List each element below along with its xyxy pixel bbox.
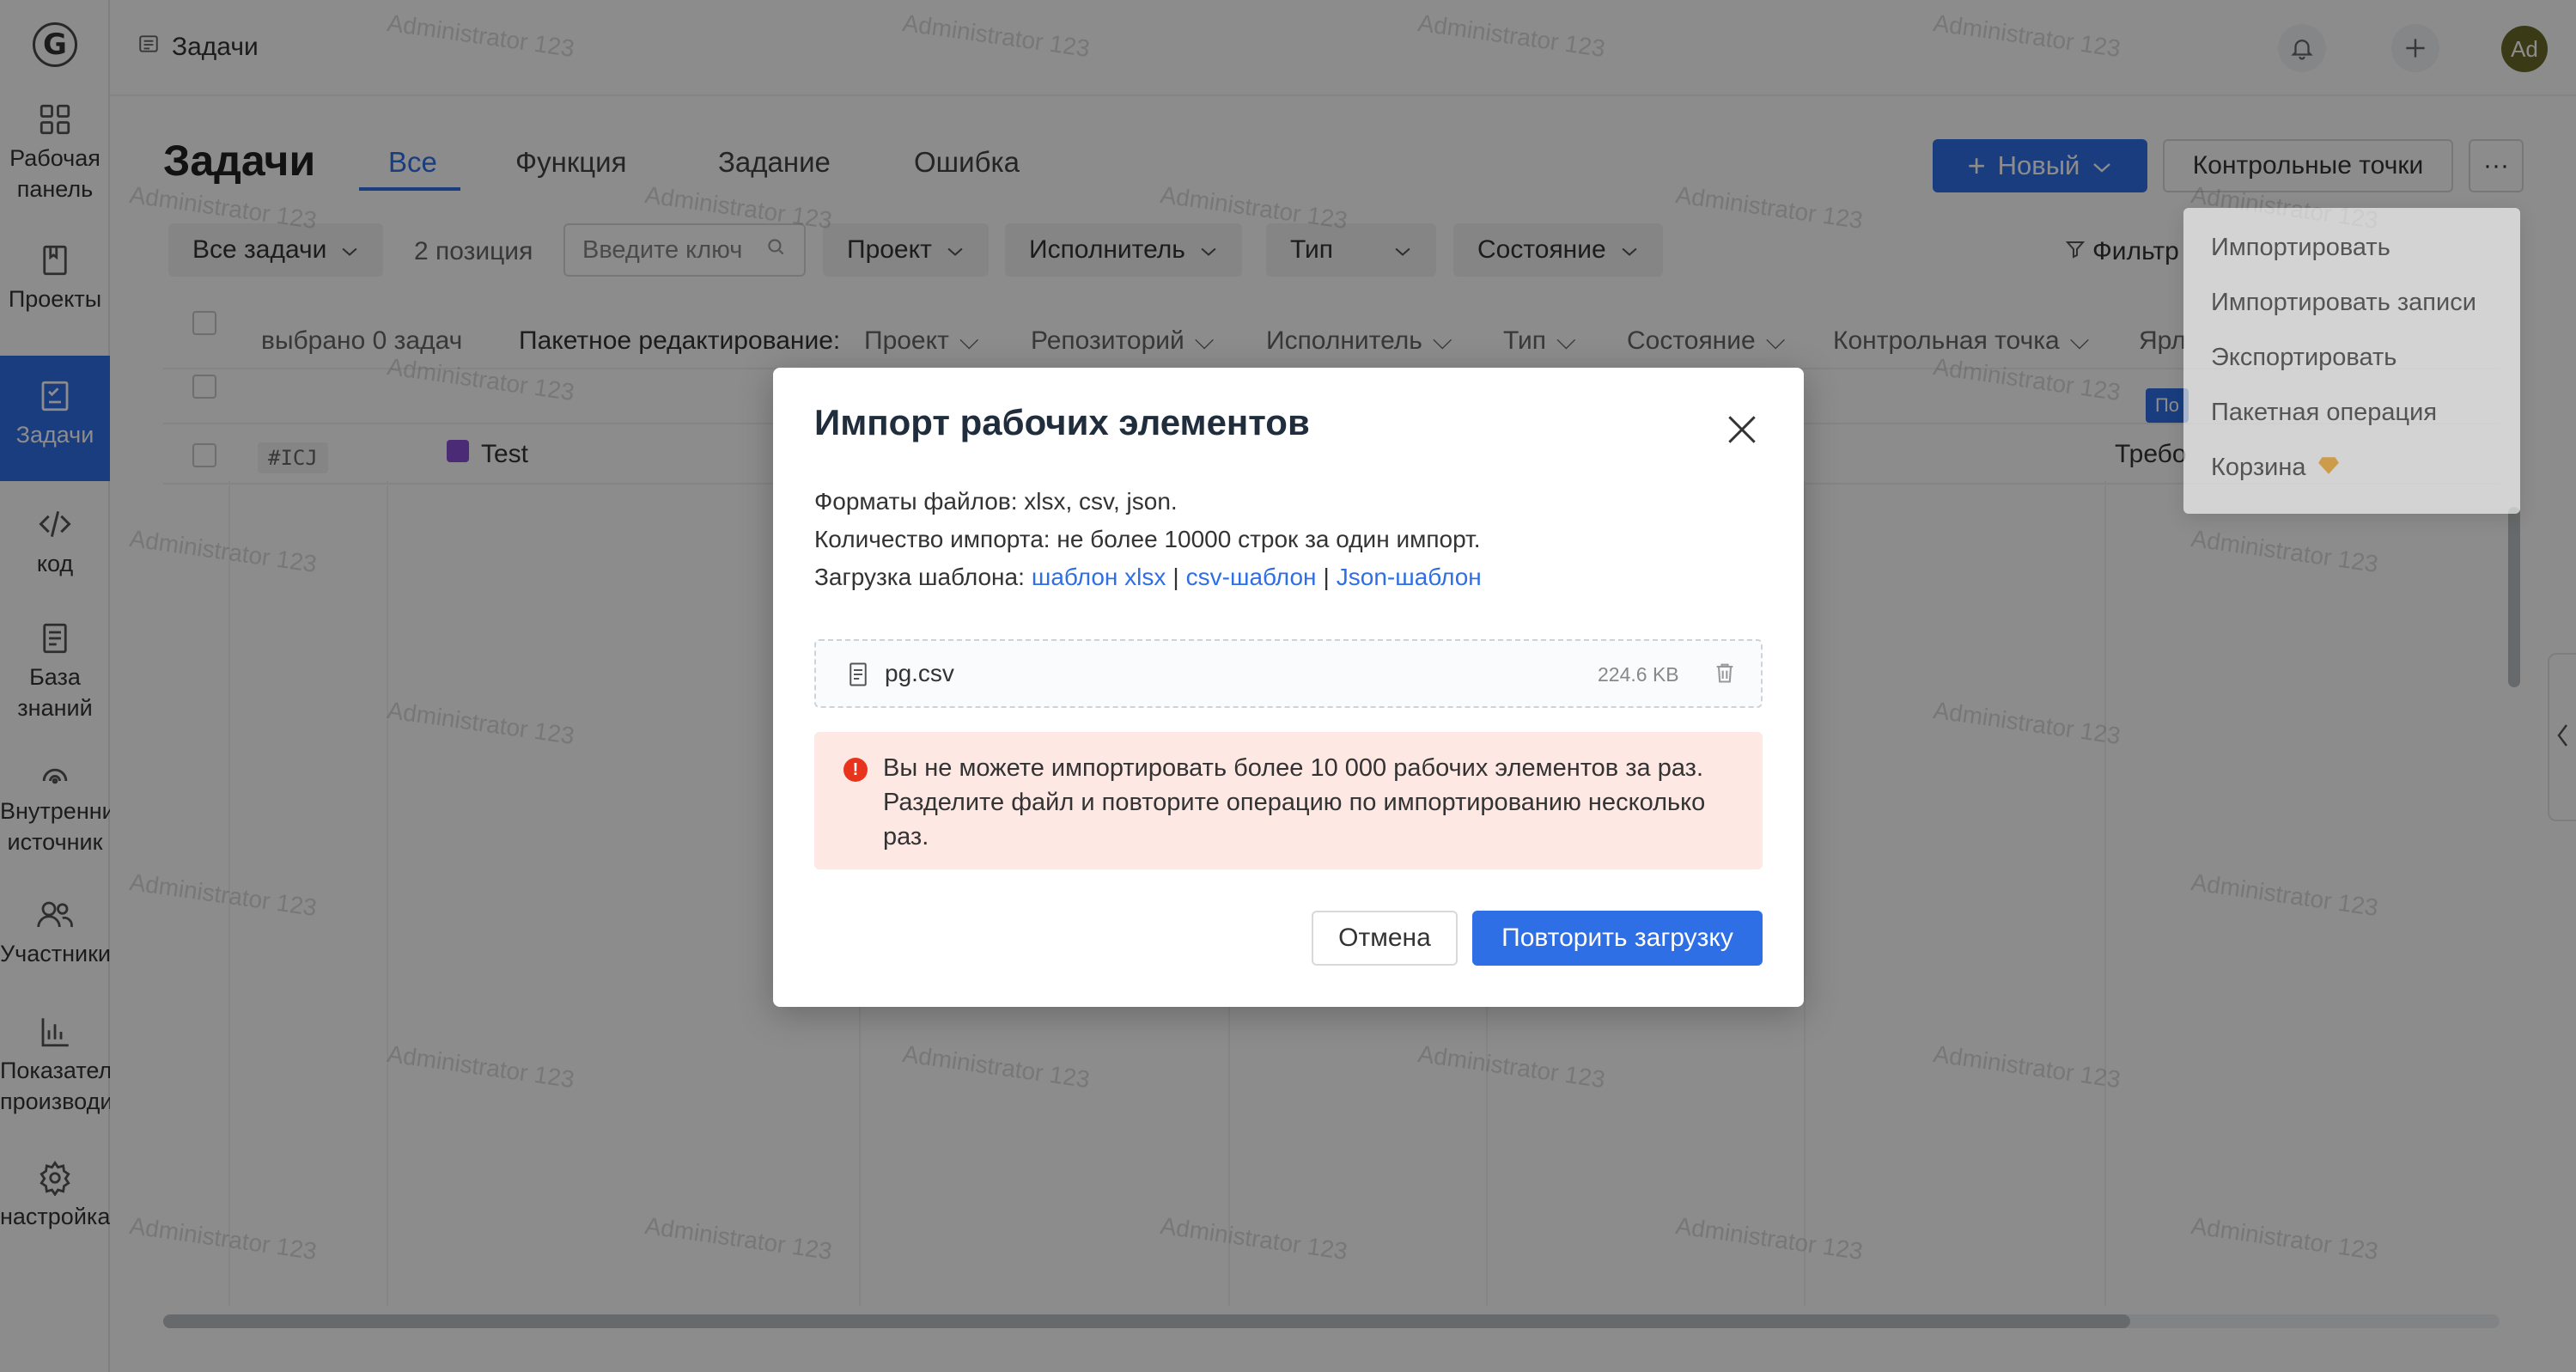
modal-title: Импорт рабочих элементов <box>814 402 1310 442</box>
import-modal: Импорт рабочих элементов Форматы файлов:… <box>773 368 1804 1007</box>
retry-upload-button[interactable]: Повторить загрузку <box>1472 911 1763 966</box>
formats-text: Форматы файлов: xlsx, csv, json. <box>814 488 1178 515</box>
close-icon[interactable] <box>1723 411 1761 448</box>
error-icon: ! <box>843 758 868 782</box>
cancel-button[interactable]: Отмена <box>1312 911 1458 966</box>
file-icon <box>847 662 869 692</box>
file-name: pg.csv <box>885 660 954 686</box>
error-alert: ! Вы не можете импортировать более 10 00… <box>814 732 1763 869</box>
error-message: Вы не можете импортировать более 10 000 … <box>883 754 1706 851</box>
xlsx-template-link[interactable]: шаблон xlsx <box>1032 564 1166 591</box>
menu-item-import[interactable]: Импортировать <box>2211 234 2390 262</box>
csv-template-link[interactable]: csv-шаблон <box>1186 564 1317 591</box>
trash-icon[interactable] <box>1713 660 1737 690</box>
more-actions-menu: Импортировать Импортировать записи Экспо… <box>2183 208 2520 514</box>
limit-text: Количество импорта: не более 10000 строк… <box>814 526 1481 552</box>
file-size: 224.6 KB <box>1598 663 1679 686</box>
uploaded-file: pg.csv 224.6 KB <box>814 639 1763 708</box>
gem-icon <box>2317 454 2340 482</box>
menu-item-export[interactable]: Экспортировать <box>2211 344 2396 372</box>
menu-item-batch[interactable]: Пакетная операция <box>2211 399 2437 427</box>
json-template-link[interactable]: Json-шаблон <box>1337 564 1482 591</box>
template-row: Загрузка шаблона: шаблон xlsx | csv-шабл… <box>814 564 1482 591</box>
menu-item-import-records[interactable]: Импортировать записи <box>2211 289 2476 317</box>
menu-item-trash[interactable]: Корзина <box>2211 454 2340 482</box>
